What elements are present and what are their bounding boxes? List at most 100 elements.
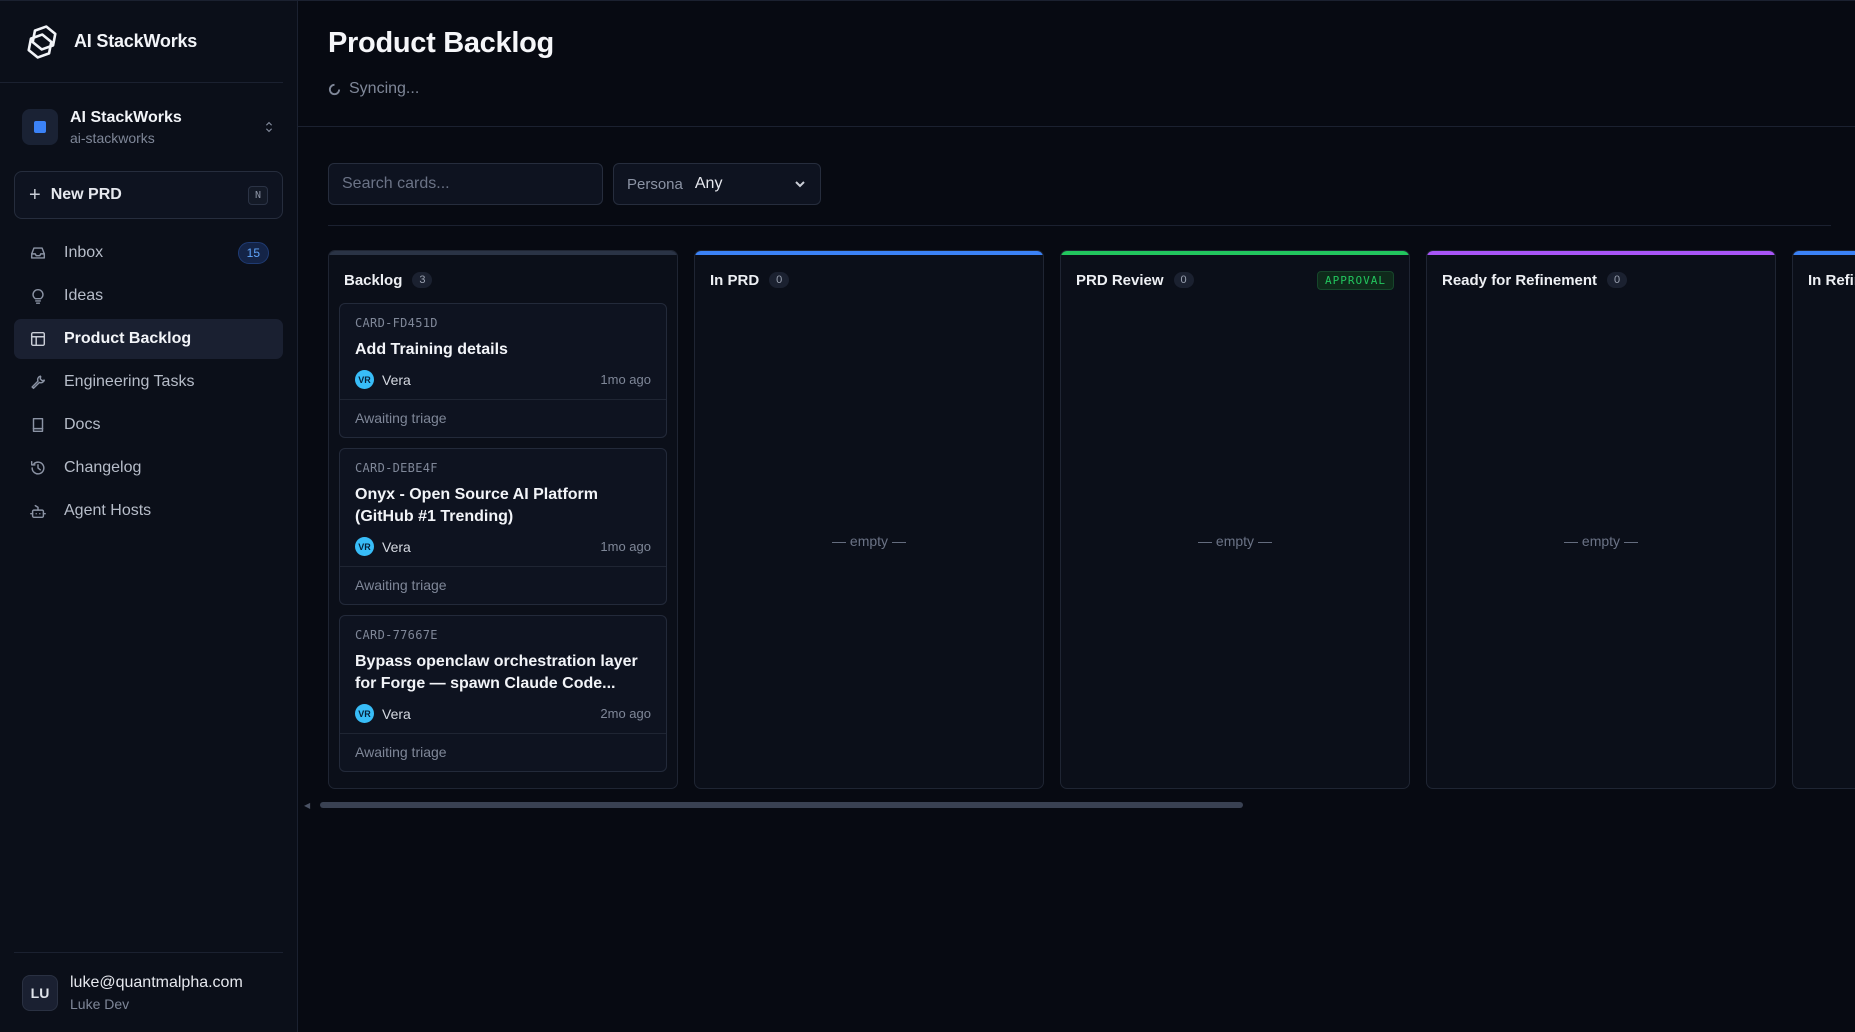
persona-value: Any <box>694 175 723 192</box>
approval-tag: APPROVAL <box>1317 270 1394 290</box>
main-content: Product Backlog Syncing... Persona Any B… <box>298 1 1855 1032</box>
card-title: Add Training details <box>355 341 508 358</box>
column-title: PRD Review <box>1076 271 1164 289</box>
sidebar-item-ideas[interactable]: Ideas <box>14 276 283 316</box>
backlog-card[interactable]: CARD-77667E Bypass openclaw orchestratio… <box>339 615 667 772</box>
assignee-name: Vera <box>382 705 411 722</box>
sidebar-item-label: Changelog <box>64 459 142 476</box>
spinner-icon <box>328 83 341 95</box>
persona-select[interactable]: Persona Any <box>613 163 821 205</box>
sidebar-item-label: Inbox <box>64 244 104 261</box>
kanban-board: Backlog 3 CARD-FD451D Add Training detai… <box>328 250 1855 789</box>
empty-placeholder: — empty — <box>1198 533 1272 549</box>
page-title: Product Backlog <box>328 27 554 59</box>
card-timestamp: 1mo ago <box>600 372 651 387</box>
column-ready-for-refinement[interactable]: Ready for Refinement 0 — empty — <box>1426 250 1776 789</box>
sidebar-item-agent-hosts[interactable]: Agent Hosts <box>14 491 283 531</box>
board-horizontal-scrollbar[interactable]: ◀ <box>304 801 1855 810</box>
history-icon <box>28 458 48 478</box>
search-input[interactable] <box>328 163 603 205</box>
user-profile[interactable]: LU luke@quantmalpha.com Luke Dev <box>14 952 283 1032</box>
column-title: In PRD <box>710 271 760 289</box>
page-header: Product Backlog Syncing... <box>298 1 1855 127</box>
workspace-avatar <box>22 109 58 145</box>
card-id: CARD-77667E <box>355 628 438 642</box>
card-timestamp: 1mo ago <box>600 539 651 554</box>
sidebar-nav: Inbox 15 Ideas Product Backlog Engineeri… <box>14 233 283 531</box>
workspace-name: AI StackWorks <box>70 108 182 126</box>
workspace-switcher[interactable]: AI StackWorks ai-stackworks <box>14 99 283 155</box>
backlog-card[interactable]: CARD-DEBE4F Onyx - Open Source AI Platfo… <box>339 448 667 605</box>
column-header: Backlog 3 <box>329 251 677 303</box>
scroll-left-arrow-icon[interactable]: ◀ <box>304 801 310 810</box>
empty-placeholder: — empty — <box>1564 533 1638 549</box>
card-status: Awaiting triage <box>340 399 666 437</box>
chevron-down-icon <box>795 181 805 188</box>
column-header: In PRD 0 <box>695 251 1043 303</box>
sidebar-item-docs[interactable]: Docs <box>14 405 283 445</box>
sidebar-item-changelog[interactable]: Changelog <box>14 448 283 488</box>
assignee-avatar: VR <box>355 370 374 389</box>
robot-icon <box>28 501 48 521</box>
column-header: In Refin <box>1793 251 1855 303</box>
sidebar-item-inbox[interactable]: Inbox 15 <box>14 233 283 273</box>
column-count-badge: 0 <box>769 272 790 288</box>
card-status: Awaiting triage <box>340 733 666 771</box>
stackworks-logo-icon <box>27 24 57 59</box>
card-id: CARD-DEBE4F <box>355 461 438 475</box>
column-color-bar <box>695 251 1043 255</box>
wrench-icon <box>28 372 48 392</box>
column-count-badge: 0 <box>1173 272 1194 288</box>
column-title: Ready for Refinement <box>1442 271 1598 289</box>
column-backlog[interactable]: Backlog 3 CARD-FD451D Add Training detai… <box>328 250 678 789</box>
persona-label: Persona <box>627 175 683 193</box>
sync-status: Syncing... <box>328 80 1825 98</box>
sidebar: AI StackWorks AI StackWorks ai-stackwork… <box>0 1 298 1032</box>
user-name: Luke Dev <box>70 995 130 1012</box>
card-timestamp: 2mo ago <box>600 706 651 721</box>
sync-status-text: Syncing... <box>349 80 420 97</box>
assignee-name: Vera <box>382 538 411 555</box>
column-count-badge: 3 <box>412 272 433 288</box>
shortcut-hint: N <box>247 185 268 205</box>
scrollbar-thumb[interactable] <box>320 802 1243 808</box>
sidebar-item-label: Agent Hosts <box>64 502 152 519</box>
workspace-slug: ai-stackworks <box>70 129 155 146</box>
assignee-name: Vera <box>382 371 411 388</box>
assignee-avatar: VR <box>355 704 374 723</box>
book-icon <box>28 415 48 435</box>
column-title: In Refin <box>1808 271 1855 289</box>
card-id: CARD-FD451D <box>355 316 438 330</box>
column-color-bar <box>329 251 677 255</box>
filter-bar: Persona Any <box>328 163 1831 226</box>
new-prd-button[interactable]: + New PRD N <box>14 171 283 219</box>
column-color-bar <box>1061 251 1409 255</box>
avatar: LU <box>22 974 58 1011</box>
inbox-count-badge: 15 <box>237 242 269 264</box>
inbox-icon <box>28 243 48 263</box>
plus-icon: + <box>29 184 41 206</box>
brand-name: AI StackWorks <box>74 31 198 51</box>
column-in-refinement[interactable]: In Refin <box>1792 250 1855 789</box>
card-title: Onyx - Open Source AI Platform (GitHub #… <box>355 486 599 525</box>
column-prd-review[interactable]: PRD Review 0 APPROVAL — empty — <box>1060 250 1410 789</box>
empty-placeholder: — empty — <box>832 533 906 549</box>
column-title: Backlog <box>344 271 403 289</box>
column-header: PRD Review 0 APPROVAL <box>1061 251 1409 303</box>
lightbulb-icon <box>28 286 48 306</box>
new-prd-label: New PRD <box>50 186 122 203</box>
sidebar-item-label: Product Backlog <box>64 330 192 347</box>
column-header: Ready for Refinement 0 <box>1427 251 1775 303</box>
brand[interactable]: AI StackWorks <box>0 1 283 83</box>
sidebar-item-engineering-tasks[interactable]: Engineering Tasks <box>14 362 283 402</box>
assignee-avatar: VR <box>355 537 374 556</box>
card-status: Awaiting triage <box>340 566 666 604</box>
user-email: luke@quantmalpha.com <box>70 973 243 991</box>
card-title: Bypass openclaw orchestration layer for … <box>355 653 638 692</box>
sidebar-item-label: Docs <box>64 416 101 433</box>
column-in-prd[interactable]: In PRD 0 — empty — <box>694 250 1044 789</box>
sidebar-item-product-backlog[interactable]: Product Backlog <box>14 319 283 359</box>
column-count-badge: 0 <box>1607 272 1628 288</box>
backlog-card[interactable]: CARD-FD451D Add Training details VR Vera… <box>339 303 667 438</box>
sidebar-item-label: Engineering Tasks <box>64 373 195 390</box>
